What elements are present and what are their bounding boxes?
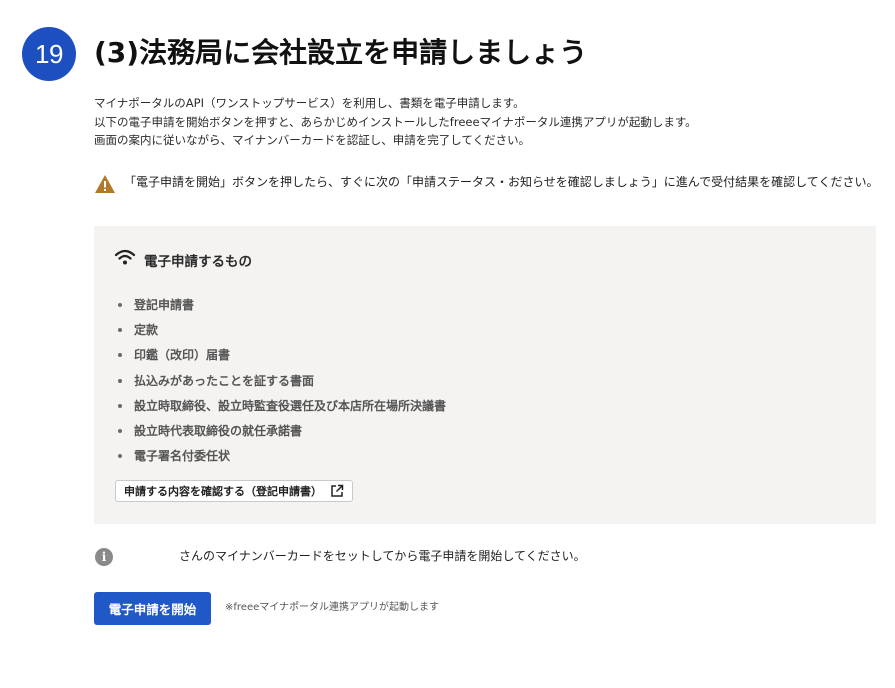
intro-line-1: マイナポータルのAPI（ワンストップサービス）を利用し、書類を電子申請します。 — [94, 96, 525, 110]
start-electronic-application-button[interactable]: 電子申請を開始 — [94, 592, 211, 625]
list-item: 設立時代表取締役の就任承諾書 — [116, 420, 446, 445]
page-title: (3)法務局に会社設立を申請しましょう — [94, 36, 588, 69]
list-item: 電子署名付委任状 — [116, 445, 446, 470]
list-item: 定款 — [116, 319, 446, 344]
confirm-button-label: 申請する内容を確認する（登記申請書） — [124, 485, 322, 498]
intro-text: マイナポータルのAPI（ワンストップサービス）を利用し、書類を電子申請します。 … — [94, 94, 874, 150]
panel-header: 電子申請するもの — [114, 248, 252, 270]
warning-triangle-icon — [95, 175, 115, 193]
info-notice: i さんのマイナンバーカードをセットしてから電子申請を開始してください。 — [95, 546, 875, 568]
documents-panel: 電子申請するもの 登記申請書 定款 印鑑（改印）届書 払込みがあったことを証する… — [94, 226, 876, 524]
confirm-application-button[interactable]: 申請する内容を確認する（登記申請書） — [115, 480, 353, 502]
external-link-icon — [331, 484, 344, 497]
document-list: 登記申請書 定款 印鑑（改印）届書 払込みがあったことを証する書面 設立時取締役… — [116, 294, 446, 470]
list-item: 払込みがあったことを証する書面 — [116, 370, 446, 395]
info-icon: i — [95, 548, 113, 566]
panel-title: 電子申請するもの — [144, 254, 252, 270]
intro-line-2: 以下の電子申請を開始ボタンを押すと、あらかじめインストールしたfreeeマイナポ… — [94, 114, 697, 129]
info-text: さんのマイナンバーカードをセットしてから電子申請を開始してください。 — [179, 549, 586, 563]
list-item: 登記申請書 — [116, 294, 446, 319]
submit-note: ※freeeマイナポータル連携アプリが起動します — [225, 602, 440, 613]
warning-text: 「電子申請を開始」ボタンを押したら、すぐに次の「申請ステータス・お知らせを確認し… — [124, 175, 879, 189]
step-number-badge: 19 — [22, 27, 76, 81]
wifi-icon — [114, 249, 136, 265]
warning-notice: 「電子申請を開始」ボタンを押したら、すぐに次の「申請ステータス・お知らせを確認し… — [94, 173, 880, 194]
intro-line-3: 画面の案内に従いながら、マイナンバーカードを認証し、申請を完了してください。 — [94, 133, 531, 147]
list-item: 設立時取締役、設立時監査役選任及び本店所在場所決議書 — [116, 395, 446, 420]
list-item: 印鑑（改印）届書 — [116, 344, 446, 369]
